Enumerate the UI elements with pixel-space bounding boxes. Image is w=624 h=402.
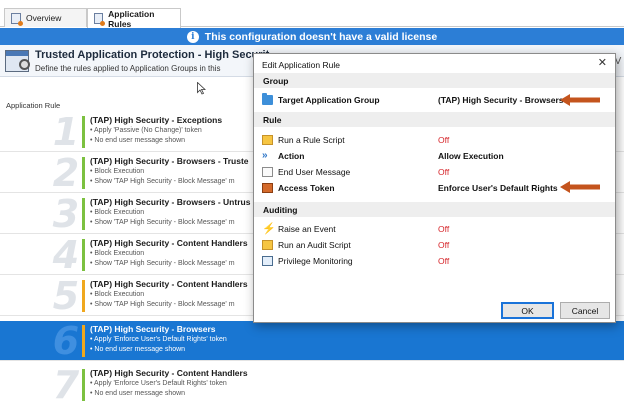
rule-detail: • Block Execution xyxy=(90,168,145,175)
run-rule-script-label: Run a Rule Script xyxy=(278,135,345,145)
mouse-cursor-icon xyxy=(197,82,206,95)
tab-overview[interactable]: Overview xyxy=(4,8,87,27)
close-icon[interactable]: ✕ xyxy=(598,56,607,69)
rule-status-bar xyxy=(82,198,85,230)
rule-title: (TAP) High Security - Exceptions xyxy=(90,115,223,125)
page-subtitle: Define the rules applied to Application … xyxy=(35,64,221,73)
overview-icon xyxy=(11,12,23,26)
license-banner: i This configuration doesn't have a vali… xyxy=(0,28,624,45)
rule-detail: • Show 'TAP High Security - Block Messag… xyxy=(90,301,235,308)
end-user-message-row[interactable]: End User Message Off xyxy=(262,165,607,179)
target-application-group-value: (TAP) High Security - Browsers xyxy=(438,95,564,105)
ok-button[interactable]: OK xyxy=(501,302,554,319)
tab-overview-label: Overview xyxy=(26,13,62,23)
raise-event-label: Raise an Event xyxy=(278,224,336,234)
rule-title: (TAP) High Security - Browsers - Truste xyxy=(90,156,249,166)
end-user-message-label: End User Message xyxy=(278,167,351,177)
section-rule: Rule xyxy=(254,112,615,127)
rule-title: (TAP) High Security - Browsers - Untrus xyxy=(90,197,251,207)
rule-status-bar xyxy=(82,157,85,189)
annotation-arrow-icon xyxy=(560,94,600,106)
tab-application-rules[interactable]: Application Rules xyxy=(87,8,181,29)
access-token-row[interactable]: Access Token Enforce User's Default Righ… xyxy=(262,181,607,195)
page-title: Trusted Application Protection - High Se… xyxy=(35,49,270,61)
edit-application-rule-dialog: Edit Application Rule ✕ Group Target App… xyxy=(253,53,616,323)
access-token-label: Access Token xyxy=(278,183,335,193)
raise-event-value: Off xyxy=(438,224,450,234)
rule-status-bar xyxy=(82,325,85,357)
rule-title: (TAP) High Security - Content Handlers xyxy=(90,279,248,289)
rule-detail: • Apply 'Enforce User's Default Rights' … xyxy=(90,380,227,387)
rule-detail: • Show 'TAP High Security - Block Messag… xyxy=(90,260,235,267)
column-header-application-rule: Application Rule xyxy=(6,101,61,110)
message-icon xyxy=(262,167,273,177)
rule-detail: • Apply 'Enforce User's Default Rights' … xyxy=(90,336,227,343)
action-row[interactable]: » Action Allow Execution xyxy=(262,149,607,163)
run-rule-script-value: Off xyxy=(438,135,450,145)
cancel-button[interactable]: Cancel xyxy=(560,302,610,319)
event-icon: ⚡ xyxy=(262,223,276,235)
application-rules-icon xyxy=(94,13,106,26)
run-audit-script-row[interactable]: Run an Audit Script Off xyxy=(262,238,607,252)
script-icon xyxy=(262,240,273,250)
privilege-monitoring-label: Privilege Monitoring xyxy=(278,256,353,266)
rule-number: 3 xyxy=(52,192,80,236)
rule-status-bar xyxy=(82,239,85,271)
end-user-message-value: Off xyxy=(438,167,450,177)
rule-title: (TAP) High Security - Browsers xyxy=(90,324,216,334)
dialog-title: Edit Application Rule xyxy=(262,60,340,70)
run-rule-script-row[interactable]: Run a Rule Script Off xyxy=(262,133,607,147)
action-value: Allow Execution xyxy=(438,151,504,161)
privilege-monitoring-row[interactable]: Privilege Monitoring Off xyxy=(262,254,607,268)
rule-number: 4 xyxy=(52,233,80,277)
gear-icon xyxy=(19,59,30,70)
action-arrow-icon: » xyxy=(262,150,268,161)
annotation-arrow-icon xyxy=(560,181,600,193)
script-icon xyxy=(262,135,273,145)
rule-row-selected[interactable]: 6 (TAP) High Security - Browsers • Apply… xyxy=(0,321,624,361)
folder-icon xyxy=(262,93,273,105)
token-icon xyxy=(262,183,273,193)
rule-status-bar xyxy=(82,280,85,312)
rule-title: (TAP) High Security - Content Handlers xyxy=(90,238,248,248)
rule-detail: • Apply 'Passive (No Change)' token xyxy=(90,127,202,134)
rule-number: 1 xyxy=(52,110,80,154)
run-audit-script-value: Off xyxy=(438,240,450,250)
tab-application-rules-label: Application Rules xyxy=(108,8,155,29)
info-icon: i xyxy=(186,30,199,43)
access-token-value: Enforce User's Default Rights xyxy=(438,183,558,193)
section-auditing: Auditing xyxy=(254,202,615,217)
rule-detail: • No end user message shown xyxy=(90,346,186,353)
rule-detail: • Block Execution xyxy=(90,209,145,216)
rule-number: 7 xyxy=(52,363,80,402)
rule-detail: • Show 'TAP High Security - Block Messag… xyxy=(90,219,235,226)
action-label: Action xyxy=(278,151,305,161)
rule-detail: • No end user message shown xyxy=(90,390,186,397)
target-application-group-row[interactable]: Target Application Group (TAP) High Secu… xyxy=(262,93,607,107)
rule-number: 5 xyxy=(52,274,80,318)
rule-status-bar xyxy=(82,369,85,401)
rule-number: 2 xyxy=(52,151,80,195)
rule-number: 6 xyxy=(52,319,80,363)
rule-status-bar xyxy=(82,116,85,148)
rule-row[interactable]: 7 (TAP) High Security - Content Handlers… xyxy=(0,365,624,402)
target-application-group-label: Target Application Group xyxy=(278,95,380,105)
run-audit-script-label: Run an Audit Script xyxy=(278,240,351,250)
rule-detail: • Block Execution xyxy=(90,291,145,298)
rule-detail: • Block Execution xyxy=(90,250,145,257)
rule-title: (TAP) High Security - Content Handlers xyxy=(90,368,248,378)
raise-event-row[interactable]: ⚡ Raise an Event Off xyxy=(262,222,607,236)
rule-detail: • Show 'TAP High Security - Block Messag… xyxy=(90,178,235,185)
license-banner-text: This configuration doesn't have a valid … xyxy=(204,30,438,43)
tab-bar: Overview Application Rules xyxy=(0,0,624,29)
rule-detail: • No end user message shown xyxy=(90,137,186,144)
privilege-monitoring-value: Off xyxy=(438,256,450,266)
monitor-icon xyxy=(262,256,273,266)
section-group: Group xyxy=(254,73,615,88)
